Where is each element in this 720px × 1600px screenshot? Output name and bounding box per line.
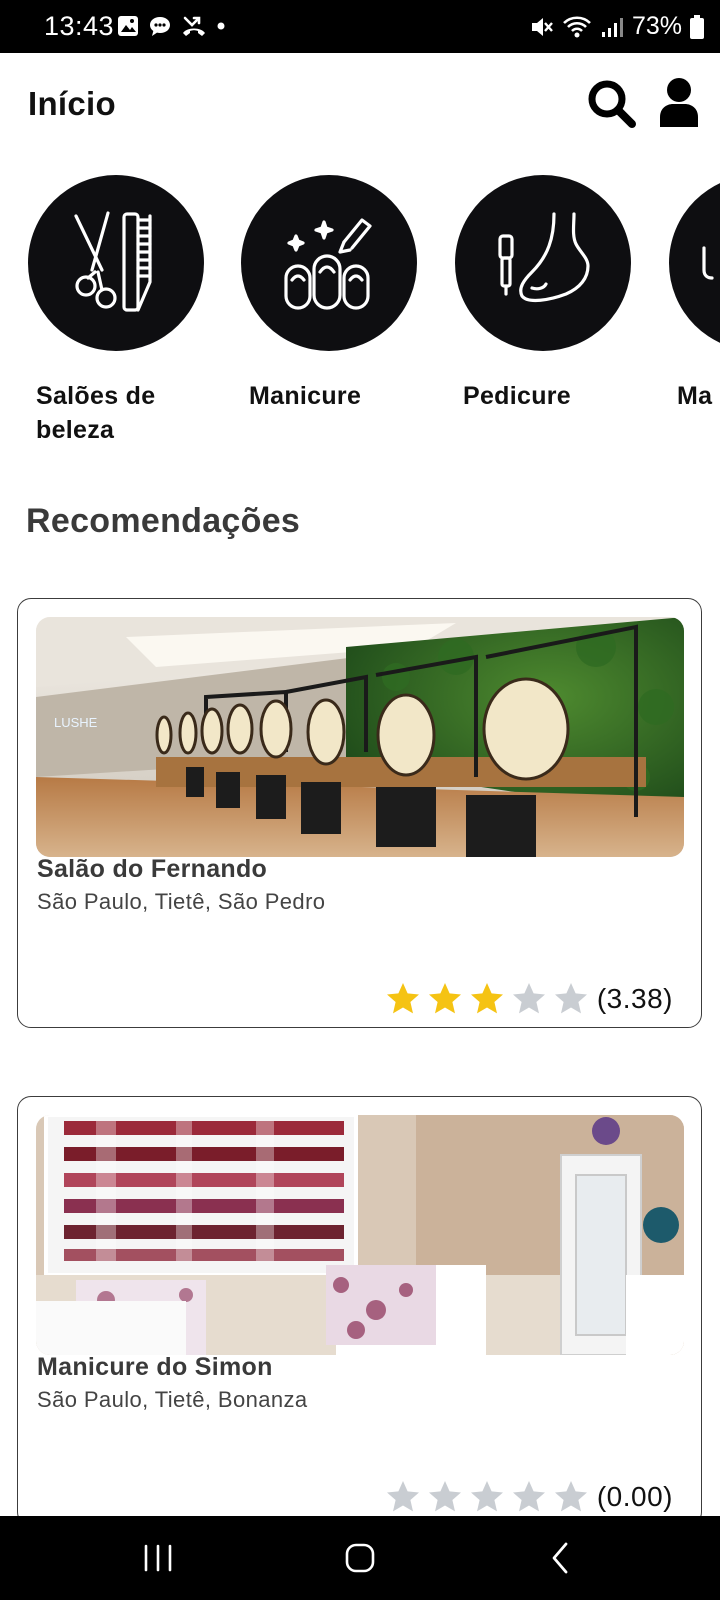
profile-button[interactable] xyxy=(656,77,702,129)
dot-icon xyxy=(217,22,225,30)
page-title: Início xyxy=(28,85,116,122)
category-label: Ma xyxy=(677,382,713,410)
battery-icon xyxy=(690,14,704,39)
foot-icon xyxy=(498,212,590,303)
category-icon-circle xyxy=(669,175,720,351)
rating-value: (0.00) xyxy=(596,1481,673,1512)
app-header: Início xyxy=(0,53,720,153)
category-label: Salões de beleza xyxy=(36,382,156,444)
missed-call-icon xyxy=(183,16,205,36)
star-empty-icon xyxy=(554,1481,587,1512)
search-button[interactable] xyxy=(586,78,638,130)
category-carousel[interactable]: Salões de beleza Manicure Pedicure Ma xyxy=(0,175,720,455)
salon-sign-text: LUSHE xyxy=(54,715,98,730)
star-filled-icon xyxy=(386,983,419,1014)
back-button[interactable] xyxy=(540,1538,584,1578)
rating-stars xyxy=(385,981,595,1017)
home-button[interactable] xyxy=(338,1538,382,1578)
nail-polish-icon xyxy=(284,218,372,310)
salon-location: São Paulo, Tietê, São Pedro xyxy=(37,889,326,914)
recent-apps-icon xyxy=(144,1544,172,1572)
scissors-comb-icon xyxy=(74,211,152,312)
star-empty-icon xyxy=(386,1481,419,1512)
recent-apps-button[interactable] xyxy=(136,1538,180,1578)
signal-icon xyxy=(601,17,623,37)
category-pedicure[interactable]: Pedicure xyxy=(455,175,655,413)
image-icon xyxy=(118,16,138,36)
chat-icon xyxy=(150,17,170,36)
star-filled-icon xyxy=(428,983,461,1014)
category-manicure[interactable]: Manicure xyxy=(241,175,441,413)
salon-card[interactable]: Manicure do Simon São Paulo, Tietê, Bona… xyxy=(17,1096,702,1526)
partial-category-icon xyxy=(702,246,714,280)
category-label: Pedicure xyxy=(463,382,572,410)
rating: (0.00) xyxy=(385,1479,673,1515)
category-label: Manicure xyxy=(249,382,362,410)
category-icon-circle xyxy=(241,175,417,351)
star-empty-icon xyxy=(512,983,545,1014)
system-icons: 73% xyxy=(530,12,704,41)
user-icon xyxy=(660,78,698,127)
star-empty-icon xyxy=(554,983,587,1014)
star-empty-icon xyxy=(470,1481,503,1512)
salon-location: São Paulo, Tietê, Bonanza xyxy=(37,1387,308,1412)
category-icon-circle xyxy=(455,175,631,351)
category-saloes[interactable]: Salões de beleza xyxy=(28,175,228,447)
salon-name: Manicure do Simon xyxy=(37,1353,273,1381)
rating-stars xyxy=(385,1479,595,1515)
star-empty-icon xyxy=(512,1481,545,1512)
star-empty-icon xyxy=(428,1481,461,1512)
battery-percent: 73% xyxy=(631,12,682,40)
rating-value: (3.38) xyxy=(596,983,673,1014)
status-time: 13:43 xyxy=(44,11,115,41)
rating: (3.38) xyxy=(385,981,673,1017)
category-partial[interactable]: Ma xyxy=(669,175,720,413)
star-filled-icon xyxy=(470,983,503,1014)
home-icon xyxy=(345,1543,375,1573)
recommendations-title: Recomendações xyxy=(26,502,301,540)
system-nav-bar xyxy=(0,1516,720,1600)
mute-icon xyxy=(531,17,553,36)
salon-photo: LUSHE xyxy=(36,617,684,857)
status-bar: 13:43 73% xyxy=(0,0,720,53)
notification-icons xyxy=(117,14,226,38)
salon-card[interactable]: LUSHE Salão do Fernando São Paulo, Tietê… xyxy=(17,598,702,1028)
wifi-icon xyxy=(563,15,591,37)
category-icon-circle xyxy=(28,175,204,351)
salon-name: Salão do Fernando xyxy=(37,855,268,883)
search-icon xyxy=(588,80,636,128)
back-icon xyxy=(552,1542,568,1574)
salon-photo xyxy=(36,1115,684,1355)
